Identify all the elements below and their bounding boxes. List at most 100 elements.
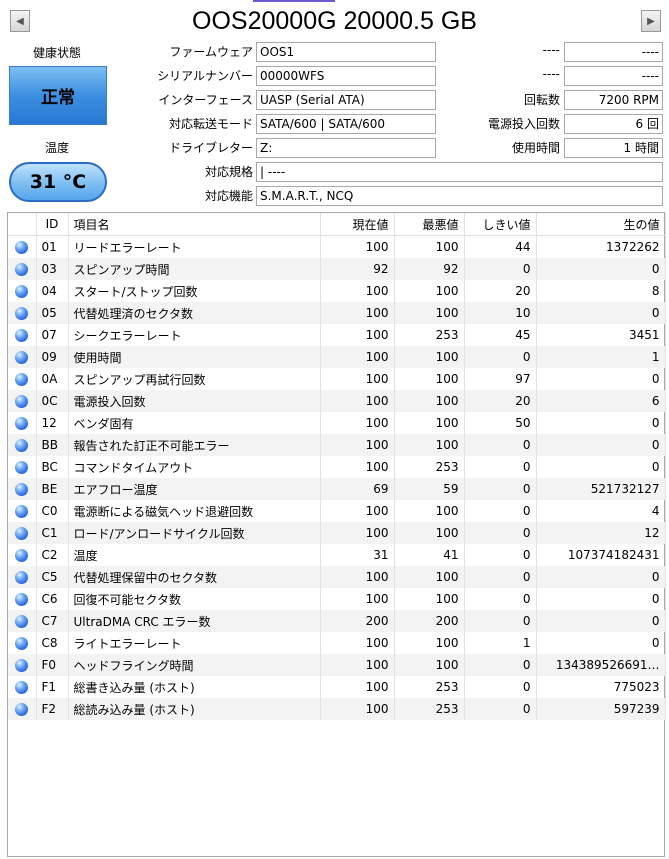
power-on-count-field: 6 回 [564,114,663,134]
raw-value: 107374182431 [536,544,666,566]
table-row[interactable]: 07 シークエラーレート 100 253 45 3451 [8,324,666,346]
features-field: S.M.A.R.T., NCQ [256,186,663,206]
status-cell [8,412,37,434]
threshold-value: 0 [464,456,537,478]
raw-value: 4 [536,500,666,522]
features-label: 対応機能 [204,189,253,203]
table-row[interactable]: 04 スタート/ストップ回数 100 100 20 8 [8,280,666,302]
current-value: 92 [320,258,395,280]
status-column-header[interactable] [8,213,37,236]
current-value: 69 [320,478,395,500]
status-good-icon [15,593,29,606]
worst-value: 100 [394,368,465,390]
attribute-id: C8 [36,632,69,654]
raw-value: 1372262 [536,235,666,258]
worst-value: 100 [394,280,465,302]
smart-table-body: 01 リードエラーレート 100 100 44 1372262 03 スピンアップ時間 92 92… [8,235,666,720]
table-row[interactable]: F1 総書き込み量 (ホスト) 100 253 0 775023 [8,676,666,698]
threshold-value: 0 [464,676,537,698]
current-value: 100 [320,324,395,346]
current-value: 31 [320,544,395,566]
serial-number-label: シリアルナンバー [157,69,253,83]
table-row[interactable]: F2 総読み込み量 (ホスト) 100 253 0 597239 [8,698,666,720]
smart-table: ID 項目名 現在値 最悪値 しきい値 生の値 01 リードエラーレート 100 10… [8,213,666,720]
table-row[interactable]: 09 使用時間 100 100 0 1 [8,346,666,368]
attribute-name: シークエラーレート [68,324,321,346]
table-row[interactable]: 03 スピンアップ時間 92 92 0 0 [8,258,666,280]
table-row[interactable]: 12 ベンダ固有 100 100 50 0 [8,412,666,434]
threshold-value: 0 [464,258,537,280]
attribute-name: 電源断による磁気ヘッド退避回数 [68,500,321,522]
temperature-button[interactable]: 31 °C [9,162,107,202]
table-row[interactable]: 01 リードエラーレート 100 100 44 1372262 [8,235,666,258]
threshold-column-header[interactable]: しきい値 [464,213,537,236]
status-cell [8,698,37,720]
attribute-name: 総読み込み量 (ホスト) [68,698,321,720]
attribute-id: BE [36,478,69,500]
id-column-header[interactable]: ID [36,213,69,236]
table-row[interactable]: 0C 電源投入回数 100 100 20 6 [8,390,666,412]
worst-value-column-header[interactable]: 最悪値 [394,213,465,236]
threshold-value: 0 [464,698,537,720]
worst-value: 100 [394,566,465,588]
table-row[interactable]: BC コマンドタイムアウト 100 253 0 0 [8,456,666,478]
current-value: 100 [320,412,395,434]
status-cell [8,566,37,588]
power-on-hours-label: 使用時間 [511,141,560,155]
current-value: 200 [320,610,395,632]
table-row[interactable]: F0 ヘッドフライング時間 100 100 0 134389526691… [8,654,666,676]
attribute-name: 代替処理済のセクタ数 [68,302,321,324]
status-cell [8,632,37,654]
table-row[interactable]: C2 温度 31 41 0 107374182431 [8,544,666,566]
attribute-name: 使用時間 [68,346,321,368]
attribute-name: ロード/アンロードサイクル回数 [68,522,321,544]
attribute-name: 電源投入回数 [68,390,321,412]
attribute-id: 0A [36,368,69,390]
table-row[interactable]: 0A スピンアップ再試行回数 100 100 97 0 [8,368,666,390]
smart-attributes-panel[interactable]: ID 項目名 現在値 最悪値 しきい値 生の値 01 リードエラーレート 100 10… [7,212,666,857]
worst-value: 100 [394,346,465,368]
worst-value: 253 [394,456,465,478]
threshold-value: 0 [464,610,537,632]
worst-value: 100 [394,390,465,412]
table-row[interactable]: BE エアフロー温度 69 59 0 521732127 [8,478,666,500]
status-good-icon [15,439,29,452]
threshold-value: 0 [464,478,537,500]
current-value-column-header[interactable]: 現在値 [320,213,395,236]
threshold-value: 20 [464,280,537,302]
raw-value: 6 [536,390,666,412]
attribute-id: 09 [36,346,69,368]
next-disk-button[interactable]: ▶ [641,10,661,32]
worst-value: 253 [394,698,465,720]
status-cell [8,346,37,368]
threshold-value: 10 [464,302,537,324]
table-row[interactable]: C0 電源断による磁気ヘッド退避回数 100 100 0 4 [8,500,666,522]
table-row[interactable]: BB 報告された訂正不可能エラー 100 100 0 0 [8,434,666,456]
attribute-name-column-header[interactable]: 項目名 [68,213,321,236]
table-row[interactable]: 05 代替処理済のセクタ数 100 100 10 0 [8,302,666,324]
status-cell [8,588,37,610]
attribute-name: 温度 [68,544,321,566]
table-row[interactable]: C6 回復不可能セクタ数 100 100 0 0 [8,588,666,610]
current-value: 100 [320,346,395,368]
table-row[interactable]: C8 ライトエラーレート 100 100 1 0 [8,632,666,654]
transfer-mode-field: SATA/600 | SATA/600 [256,114,436,134]
table-row[interactable]: C1 ロード/アンロードサイクル回数 100 100 0 12 [8,522,666,544]
blank-label-2: ---- [542,67,560,81]
threshold-value: 0 [464,588,537,610]
table-row[interactable]: C7 UltraDMA CRC エラー数 200 200 0 0 [8,610,666,632]
current-value: 100 [320,698,395,720]
raw-value: 775023 [536,676,666,698]
current-value: 100 [320,280,395,302]
rotation-rate-field: 7200 RPM [564,90,663,110]
table-row[interactable]: C5 代替処理保留中のセクタ数 100 100 0 0 [8,566,666,588]
status-good-icon [15,637,29,650]
raw-value: 0 [536,566,666,588]
raw-value: 0 [536,632,666,654]
current-value: 100 [320,654,395,676]
raw-value-column-header[interactable]: 生の値 [536,213,666,236]
status-good-icon [15,461,29,474]
health-status-button[interactable]: 正常 [9,66,107,125]
drive-letter-label: ドライブレター [168,141,253,155]
attribute-name: ヘッドフライング時間 [68,654,321,676]
